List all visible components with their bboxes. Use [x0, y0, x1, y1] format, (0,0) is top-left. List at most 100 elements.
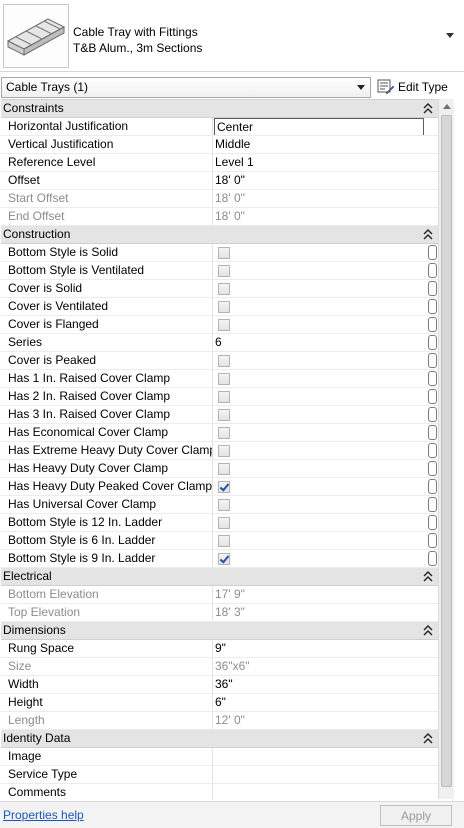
- property-row[interactable]: Height 6": [1, 694, 438, 712]
- instance-filter-dropdown[interactable]: Cable Trays (1): [1, 77, 371, 98]
- associate-parameter-button[interactable]: [428, 281, 437, 296]
- property-value[interactable]: [213, 784, 438, 799]
- property-row[interactable]: Bottom Style is 12 In. Ladder: [1, 514, 438, 532]
- property-checkbox[interactable]: [218, 517, 230, 529]
- property-name: Length: [1, 712, 213, 729]
- property-row[interactable]: Rung Space 9": [1, 640, 438, 658]
- property-checkbox[interactable]: [218, 463, 230, 475]
- property-row[interactable]: Bottom Style is Ventilated: [1, 262, 438, 280]
- property-value[interactable]: Level 1: [213, 154, 438, 171]
- property-checkbox[interactable]: [218, 445, 230, 457]
- associate-parameter-button[interactable]: [428, 389, 437, 404]
- instance-filter-value: Cable Trays (1): [6, 80, 89, 94]
- associate-parameter-button[interactable]: [428, 335, 437, 350]
- property-row[interactable]: Horizontal Justification Center: [1, 118, 438, 136]
- property-value[interactable]: Middle: [213, 136, 438, 153]
- property-row: Bottom Elevation 17' 9": [1, 586, 438, 604]
- property-value[interactable]: [213, 766, 438, 783]
- property-row[interactable]: Has 2 In. Raised Cover Clamp: [1, 388, 438, 406]
- property-checkbox[interactable]: [218, 373, 230, 385]
- property-row[interactable]: Offset 18' 0": [1, 172, 438, 190]
- property-row[interactable]: Has Extreme Heavy Duty Cover Clamp: [1, 442, 438, 460]
- property-checkbox[interactable]: [218, 265, 230, 277]
- associate-parameter-button[interactable]: [428, 533, 437, 548]
- horizontal-justification-field[interactable]: Center: [214, 118, 424, 135]
- section-electrical[interactable]: Electrical: [1, 568, 438, 586]
- collapse-icon[interactable]: [423, 227, 433, 241]
- associate-parameter-button[interactable]: [428, 461, 437, 476]
- property-checkbox[interactable]: [218, 301, 230, 313]
- property-row[interactable]: Service Type: [1, 766, 438, 784]
- associate-parameter-button[interactable]: [428, 515, 437, 530]
- vertical-scrollbar[interactable]: [438, 99, 454, 799]
- property-row[interactable]: Has 3 In. Raised Cover Clamp: [1, 406, 438, 424]
- property-checkbox[interactable]: [218, 535, 230, 547]
- properties-help-link[interactable]: Properties help: [3, 808, 84, 822]
- property-value[interactable]: 6: [215, 335, 222, 349]
- associate-parameter-button[interactable]: [428, 443, 437, 458]
- property-row[interactable]: Cover is Flanged: [1, 316, 438, 334]
- associate-parameter-button[interactable]: [428, 497, 437, 512]
- edit-type-button[interactable]: Edit Type: [376, 78, 448, 98]
- property-row[interactable]: Cover is Solid: [1, 280, 438, 298]
- property-checkbox[interactable]: [218, 355, 230, 367]
- property-row: Size 36"x6": [1, 658, 438, 676]
- property-row[interactable]: Has 1 In. Raised Cover Clamp: [1, 370, 438, 388]
- property-checkbox[interactable]: [218, 283, 230, 295]
- property-row[interactable]: Has Economical Cover Clamp: [1, 424, 438, 442]
- property-row[interactable]: Image: [1, 748, 438, 766]
- property-row[interactable]: Width 36": [1, 676, 438, 694]
- collapse-icon[interactable]: [423, 569, 433, 583]
- associate-parameter-button[interactable]: [428, 425, 437, 440]
- property-row[interactable]: Has Heavy Duty Cover Clamp: [1, 460, 438, 478]
- property-row[interactable]: Vertical Justification Middle: [1, 136, 438, 154]
- property-checkbox[interactable]: [218, 427, 230, 439]
- property-checkbox[interactable]: [218, 391, 230, 403]
- property-value[interactable]: 6": [213, 694, 438, 711]
- property-checkbox[interactable]: [218, 319, 230, 331]
- property-checkbox[interactable]: [218, 409, 230, 421]
- property-row[interactable]: Reference Level Level 1: [1, 154, 438, 172]
- associate-parameter-button[interactable]: [428, 353, 437, 368]
- section-construction[interactable]: Construction: [1, 226, 438, 244]
- property-checkbox[interactable]: [218, 553, 230, 565]
- property-row[interactable]: Cover is Peaked: [1, 352, 438, 370]
- scroll-up-icon[interactable]: [443, 104, 451, 109]
- property-value[interactable]: 36": [213, 676, 438, 693]
- collapse-icon[interactable]: [423, 101, 433, 115]
- apply-button[interactable]: Apply: [380, 805, 452, 826]
- property-name: Rung Space: [1, 640, 213, 657]
- property-row[interactable]: Comments: [1, 784, 438, 799]
- property-checkbox[interactable]: [218, 481, 230, 493]
- associate-parameter-button[interactable]: [428, 317, 437, 332]
- collapse-icon[interactable]: [423, 623, 433, 637]
- associate-parameter-button[interactable]: [428, 551, 437, 566]
- property-value[interactable]: [213, 748, 438, 765]
- associate-parameter-button[interactable]: [428, 245, 437, 260]
- property-row[interactable]: Bottom Style is Solid: [1, 244, 438, 262]
- property-name: Size: [1, 658, 213, 675]
- section-dimensions[interactable]: Dimensions: [1, 622, 438, 640]
- property-row[interactable]: Bottom Style is 6 In. Ladder: [1, 532, 438, 550]
- property-row[interactable]: Series 6: [1, 334, 438, 352]
- property-value[interactable]: 18' 0": [213, 172, 438, 189]
- associate-parameter-button[interactable]: [428, 263, 437, 278]
- property-row[interactable]: Has Heavy Duty Peaked Cover Clamp: [1, 478, 438, 496]
- associate-parameter-button[interactable]: [428, 299, 437, 314]
- associate-parameter-button[interactable]: [428, 371, 437, 386]
- property-value[interactable]: 9": [213, 640, 438, 657]
- chevron-down-icon[interactable]: [446, 33, 454, 38]
- property-checkbox[interactable]: [218, 247, 230, 259]
- section-constraints[interactable]: Constraints: [1, 100, 438, 118]
- property-checkbox[interactable]: [218, 499, 230, 511]
- property-row[interactable]: Cover is Ventilated: [1, 298, 438, 316]
- collapse-icon[interactable]: [423, 731, 433, 745]
- property-row[interactable]: Bottom Style is 9 In. Ladder: [1, 550, 438, 568]
- property-value: 12' 0": [215, 713, 245, 727]
- type-selector[interactable]: Cable Tray with Fittings T&B Alum., 3m S…: [0, 0, 464, 72]
- section-identity-data[interactable]: Identity Data: [1, 730, 438, 748]
- associate-parameter-button[interactable]: [428, 407, 437, 422]
- scrollbar-thumb[interactable]: [441, 115, 452, 787]
- property-row[interactable]: Has Universal Cover Clamp: [1, 496, 438, 514]
- associate-parameter-button[interactable]: [428, 479, 437, 494]
